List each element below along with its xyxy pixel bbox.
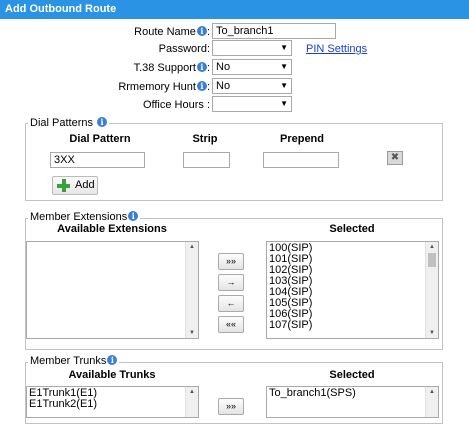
t38-select[interactable]: No ▼ [212,59,292,75]
plus-icon [57,179,70,192]
office-hours-select[interactable]: ▼ [212,96,292,112]
delete-pattern-button[interactable]: ✖ [387,151,403,165]
add-pattern-button[interactable]: Add [52,176,98,195]
scroll-thumb[interactable] [428,253,436,267]
scrollbar[interactable]: ▲ [425,387,438,417]
chevron-down-icon: ▼ [280,99,288,108]
selected-trunks-header: Selected [329,369,375,381]
rrmemory-label: Rrmemory Hunt [118,81,196,93]
scrollbar[interactable]: ▲ ▼ [185,242,198,338]
t38-label-wrap: T.38 Support i: [133,62,210,74]
move-left-button[interactable]: ← [218,295,244,312]
office-hours-label: Office Hours : [142,99,210,111]
dialog-title: Add Outbound Route [0,0,469,20]
list-item[interactable]: E1Trunk2(E1) [27,399,198,410]
password-label: Password: [158,43,210,55]
scroll-up-icon[interactable]: ▲ [186,387,198,397]
dial-pattern-header: Dial Pattern [69,133,131,145]
info-icon[interactable]: i [107,355,118,365]
info-icon[interactable]: i [196,26,207,36]
prepend-input[interactable] [263,152,339,168]
member-trunks-title: Member Trunks [30,355,107,367]
add-label: Add [75,179,95,191]
member-trunks-legend: Member Trunks i [28,354,120,368]
available-extensions-list[interactable]: ▲ ▼ [26,241,199,339]
route-name-input[interactable]: To_branch1 [212,23,336,39]
member-extensions-title: Member Extensions [30,211,128,223]
rrmemory-select[interactable]: No ▼ [212,78,292,94]
dial-patterns-title: Dial Patterns [30,117,93,129]
info-icon[interactable]: i [128,211,139,221]
prepend-header: Prepend [279,133,324,145]
list-item[interactable]: To_branch1(SPS) [267,388,438,399]
route-name-label: Route Name [134,26,196,38]
selected-extensions-header: Selected [329,223,375,235]
chevron-down-icon: ▼ [280,62,288,71]
selected-trunks-list[interactable]: To_branch1(SPS) ▲ [266,386,439,418]
strip-header: Strip [192,133,218,145]
available-trunks-header: Available Trunks [68,369,156,381]
rrmemory-value: No [216,80,231,92]
list-item[interactable]: 107(SIP) [267,320,438,331]
move-right-button[interactable]: → [218,274,244,291]
move-all-left-button[interactable]: «« [218,316,244,333]
pin-settings-link[interactable]: PIN Settings [306,41,367,57]
password-select[interactable]: ▼ [212,40,292,56]
scroll-up-icon[interactable]: ▲ [426,387,438,397]
chevron-down-icon: ▼ [280,81,288,90]
selected-extensions-list[interactable]: 100(SIP) 101(SIP) 102(SIP) 103(SIP) 104(… [266,241,439,339]
t38-label: T.38 Support [133,62,196,74]
add-outbound-route-dialog: Route Name i: To_branch1 Password: ▼ PIN … [0,19,469,424]
route-name-label-wrap: Route Name i: [134,26,210,38]
scrollbar[interactable]: ▲ ▼ [425,242,438,338]
dial-patterns-legend: Dial Patterns i [28,116,110,130]
strip-input[interactable] [183,152,230,168]
t38-value: No [216,61,231,73]
info-icon[interactable]: i [196,81,207,91]
move-all-right-button[interactable]: »» [218,253,244,270]
scrollbar[interactable]: ▲ [185,387,198,417]
available-extensions-header: Available Extensions [57,223,167,235]
member-extensions-legend: Member Extensions i [28,210,141,224]
chevron-down-icon: ▼ [280,43,288,52]
scroll-up-icon[interactable]: ▲ [186,242,198,252]
close-icon: ✖ [390,152,400,163]
available-trunks-list[interactable]: E1Trunk1(E1) E1Trunk2(E1) ▲ [26,386,199,418]
scroll-down-icon[interactable]: ▼ [186,328,198,338]
info-icon[interactable]: i [196,62,207,72]
dial-pattern-input[interactable]: 3XX [50,152,145,168]
rrmemory-label-wrap: Rrmemory Hunt i: [118,81,210,93]
move-all-right-button[interactable]: »» [218,398,244,415]
scroll-up-icon[interactable]: ▲ [426,242,438,252]
info-icon[interactable]: i [97,117,108,127]
scroll-down-icon[interactable]: ▼ [426,328,438,338]
